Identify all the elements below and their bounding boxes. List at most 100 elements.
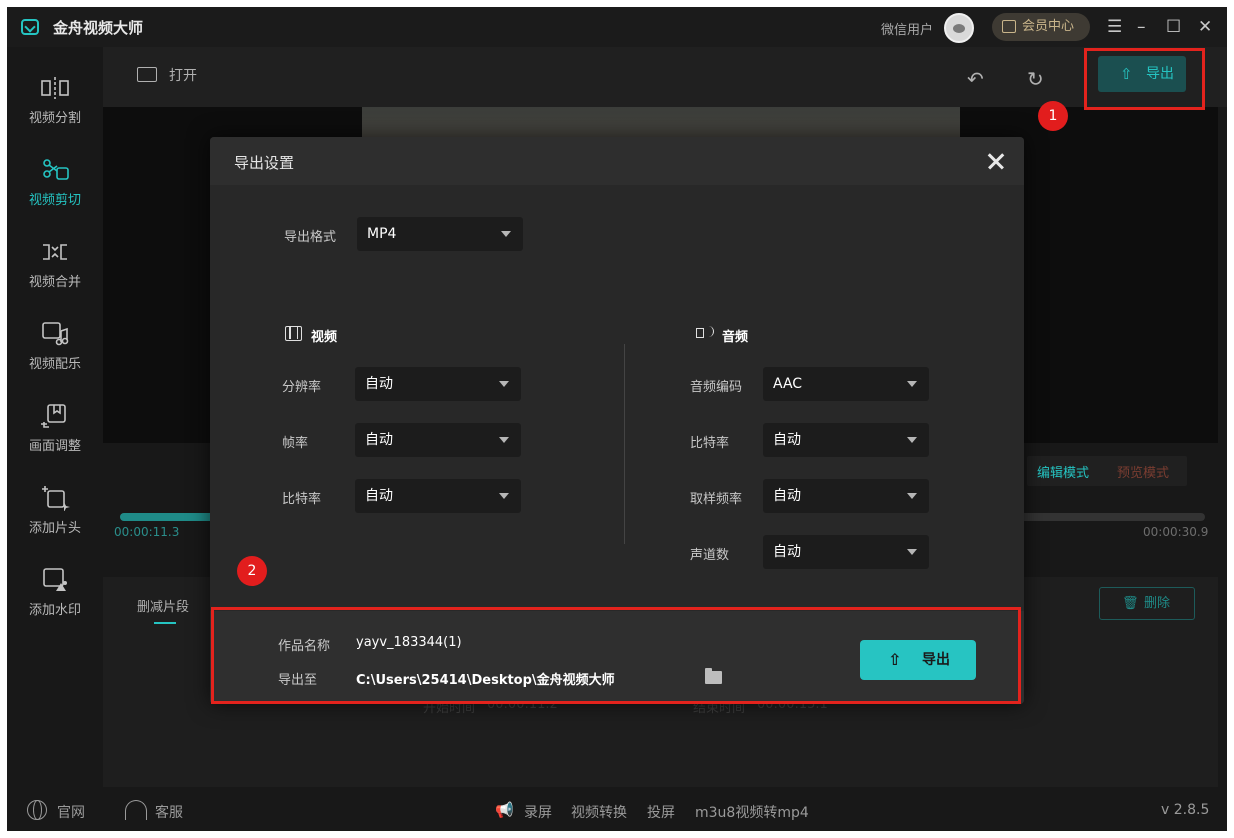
video-bitrate-label: 比特率 xyxy=(282,492,322,507)
close-window-button[interactable]: ✕ xyxy=(1198,17,1212,37)
sidebar-item-label: 视频分割 xyxy=(28,111,81,126)
globe-icon xyxy=(27,800,47,820)
dialog-title: 导出设置 xyxy=(234,154,295,172)
chevron-down-icon xyxy=(907,381,917,387)
sidebar-item-intro[interactable]: 添加片头 xyxy=(7,477,103,559)
website-link[interactable]: 官网 xyxy=(57,802,85,822)
sidebar-item-watermark[interactable]: 添加水印 xyxy=(7,559,103,641)
watermark-icon xyxy=(43,568,67,591)
chevron-down-icon xyxy=(499,437,509,443)
annotation-box-1 xyxy=(1084,48,1205,110)
audio-bitrate-value: 自动 xyxy=(773,432,801,448)
title-bar: 金舟视频大师 微信用户 会员中心 ☰ – ☐ ✕ xyxy=(7,7,1227,47)
sidebar: 视频分割 视频剪切 视频合并 视频配乐 画面调整 添加片头 添加水印 xyxy=(7,47,103,831)
video-bitrate-value: 自动 xyxy=(365,488,393,504)
tab-underline xyxy=(154,622,176,624)
timeline-start-time: 00:00:11.3 xyxy=(114,525,180,539)
timeline-end-time: 00:00:30.9 xyxy=(1143,525,1209,539)
record-icon: 📢 xyxy=(495,801,514,819)
sidebar-item-adjust[interactable]: 画面调整 xyxy=(7,395,103,477)
tab-cut-segments[interactable]: 删减片段 xyxy=(137,596,189,615)
split-icon xyxy=(41,77,69,99)
vip-center-label: 会员中心 xyxy=(1022,19,1075,34)
chevron-down-icon xyxy=(907,437,917,443)
crown-icon xyxy=(1002,20,1016,33)
cast-link[interactable]: 投屏 xyxy=(647,802,675,822)
redo-icon[interactable]: ↻ xyxy=(1027,69,1044,89)
support-link[interactable]: 客服 xyxy=(155,802,183,822)
channels-select[interactable]: 自动 xyxy=(763,535,929,569)
music-icon xyxy=(42,322,69,346)
framerate-value: 自动 xyxy=(365,432,393,448)
sample-rate-value: 自动 xyxy=(773,488,801,504)
crop-icon xyxy=(41,404,66,428)
intro-icon xyxy=(42,486,70,511)
audio-section-title: 音频 xyxy=(696,326,748,345)
sidebar-item-split[interactable]: 视频分割 xyxy=(7,67,103,149)
sidebar-item-cut[interactable]: 视频剪切 xyxy=(7,149,103,231)
framerate-label: 帧率 xyxy=(282,436,309,451)
chevron-down-icon xyxy=(501,231,511,237)
framerate-select[interactable]: 自动 xyxy=(355,423,521,457)
minimize-button[interactable]: – xyxy=(1137,17,1146,37)
sidebar-item-label: 添加片头 xyxy=(28,521,81,536)
timeline-progress xyxy=(120,513,215,521)
sidebar-item-label: 视频合并 xyxy=(28,275,81,290)
video-section-title: 视频 xyxy=(285,326,337,345)
edit-mode-tab[interactable]: 编辑模式 xyxy=(1037,462,1089,481)
open-label: 打开 xyxy=(169,68,197,84)
speaker-icon xyxy=(696,326,714,338)
chevron-down-icon xyxy=(907,493,917,499)
open-button[interactable]: 打开 xyxy=(137,65,197,85)
sample-rate-select[interactable]: 自动 xyxy=(763,479,929,513)
chevron-down-icon xyxy=(499,381,509,387)
audio-section-label: 音频 xyxy=(722,330,749,345)
audio-codec-select[interactable]: AAC xyxy=(763,367,929,401)
video-section-label: 视频 xyxy=(311,330,338,345)
app-logo-icon xyxy=(21,19,39,35)
channels-label: 声道数 xyxy=(690,548,730,563)
m3u8-link[interactable]: m3u8视频转mp4 xyxy=(695,802,809,822)
preview-mode-tab[interactable]: 预览模式 xyxy=(1117,462,1169,481)
user-name[interactable]: 微信用户 xyxy=(881,19,933,38)
annotation-box-2 xyxy=(211,607,1021,704)
annotation-badge-1: 1 xyxy=(1038,101,1068,131)
trash-icon: 🗑 xyxy=(1122,596,1139,611)
format-label: 导出格式 xyxy=(284,230,337,245)
footer: 官网 客服 📢 录屏 视频转换 投屏 m3u8视频转mp4 v 2.8.5 xyxy=(7,793,1227,831)
sidebar-item-music[interactable]: 视频配乐 xyxy=(7,313,103,395)
delete-label: 删除 xyxy=(1144,596,1171,611)
video-bitrate-select[interactable]: 自动 xyxy=(355,479,521,513)
close-icon[interactable] xyxy=(984,149,1008,173)
section-divider xyxy=(624,344,625,544)
mode-switch: 编辑模式 预览模式 xyxy=(1027,456,1187,486)
sidebar-item-label: 添加水印 xyxy=(28,603,81,618)
record-link[interactable]: 录屏 xyxy=(524,802,552,822)
dialog-header: 导出设置 xyxy=(210,137,1024,185)
chevron-down-icon xyxy=(907,549,917,555)
resolution-label: 分辨率 xyxy=(282,380,322,395)
sidebar-item-label: 视频配乐 xyxy=(28,357,81,372)
audio-codec-value: AAC xyxy=(773,376,803,392)
delete-button[interactable]: 🗑 删除 xyxy=(1099,587,1195,620)
menu-icon[interactable]: ☰ xyxy=(1107,17,1122,37)
sidebar-item-merge[interactable]: 视频合并 xyxy=(7,231,103,313)
toolbar: 打开 ↶ ↻ ⇧ 导出 xyxy=(103,47,1227,107)
avatar[interactable] xyxy=(944,13,974,43)
sample-rate-label: 取样频率 xyxy=(690,492,743,507)
sidebar-item-label: 视频剪切 xyxy=(28,193,81,208)
merge-icon xyxy=(43,244,67,260)
format-select[interactable]: MP4 xyxy=(357,217,523,251)
convert-link[interactable]: 视频转换 xyxy=(571,802,627,822)
headset-icon xyxy=(125,800,147,820)
resolution-value: 自动 xyxy=(365,376,393,392)
vip-center-button[interactable]: 会员中心 xyxy=(992,13,1090,41)
audio-bitrate-select[interactable]: 自动 xyxy=(763,423,929,457)
undo-icon[interactable]: ↶ xyxy=(967,69,984,89)
maximize-button[interactable]: ☐ xyxy=(1166,17,1181,37)
annotation-badge-2: 2 xyxy=(237,556,267,586)
version-label: v 2.8.5 xyxy=(1161,802,1210,818)
sidebar-item-label: 画面调整 xyxy=(28,439,81,454)
resolution-select[interactable]: 自动 xyxy=(355,367,521,401)
app-title: 金舟视频大师 xyxy=(53,19,144,37)
